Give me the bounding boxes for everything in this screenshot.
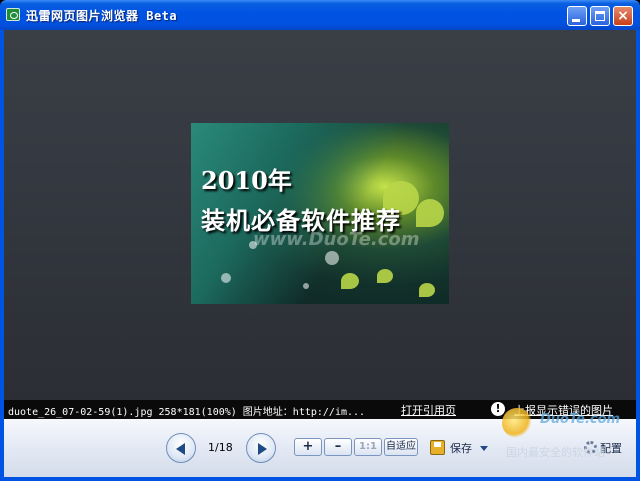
close-icon: × xyxy=(617,8,629,24)
file-info-text: duote_26_07-02-59(1).jpg 258*181(100%) 图… xyxy=(8,407,366,418)
maximize-icon xyxy=(595,11,605,21)
image-viewer-area[interactable]: 2010年 装机必备软件推荐 www.DuoTe.com xyxy=(4,30,636,400)
image-watermark: www.DuoTe.com xyxy=(253,229,420,250)
bubble xyxy=(303,283,309,289)
window-title: 迅雷网页图片浏览器 Beta xyxy=(26,9,178,23)
arrow-right-icon xyxy=(258,443,267,455)
watermark-subtitle: 国内最安全的软件站 xyxy=(506,446,605,459)
zoom-in-button[interactable]: + xyxy=(294,438,322,456)
close-button[interactable]: × xyxy=(613,6,633,26)
minimize-button[interactable] xyxy=(567,6,587,26)
actual-size-button[interactable]: 1:1 xyxy=(354,438,382,456)
site-watermark: DuoTe.com 国内最安全的软件站 xyxy=(500,400,636,466)
minimize-icon xyxy=(572,19,580,22)
clover-leaf xyxy=(416,199,444,227)
window-border-bottom xyxy=(0,477,640,481)
window-border-right xyxy=(636,30,640,481)
displayed-image[interactable]: 2010年 装机必备软件推荐 www.DuoTe.com xyxy=(191,123,449,304)
duote-logo-icon xyxy=(502,408,532,438)
chevron-down-icon xyxy=(480,446,488,451)
save-label: 保存 xyxy=(450,442,472,455)
open-referrer-link[interactable]: 打开引用页 xyxy=(401,402,456,418)
fit-to-window-button[interactable]: 自适应 xyxy=(384,438,418,456)
arrow-left-icon xyxy=(176,443,185,455)
floppy-disk-icon xyxy=(430,440,445,455)
clover-leaf xyxy=(419,283,435,297)
bubble xyxy=(325,251,339,265)
page-counter: 1/18 xyxy=(208,441,233,454)
clover-leaf xyxy=(377,269,393,283)
maximize-button[interactable] xyxy=(590,6,610,26)
image-heading-year: 2010年 xyxy=(201,166,292,195)
app-logo-icon xyxy=(6,8,20,21)
clover-leaf xyxy=(341,273,359,289)
watermark-title: DuoTe.com xyxy=(540,412,621,427)
next-image-button[interactable] xyxy=(246,433,276,463)
zoom-out-button[interactable]: – xyxy=(324,438,352,456)
previous-image-button[interactable] xyxy=(166,433,196,463)
app-window: 迅雷网页图片浏览器 Beta × 2010年 装机必备软件推荐 www.DuoT xyxy=(0,0,640,481)
title-bar[interactable]: 迅雷网页图片浏览器 Beta × xyxy=(0,0,640,30)
bubble xyxy=(221,273,231,283)
